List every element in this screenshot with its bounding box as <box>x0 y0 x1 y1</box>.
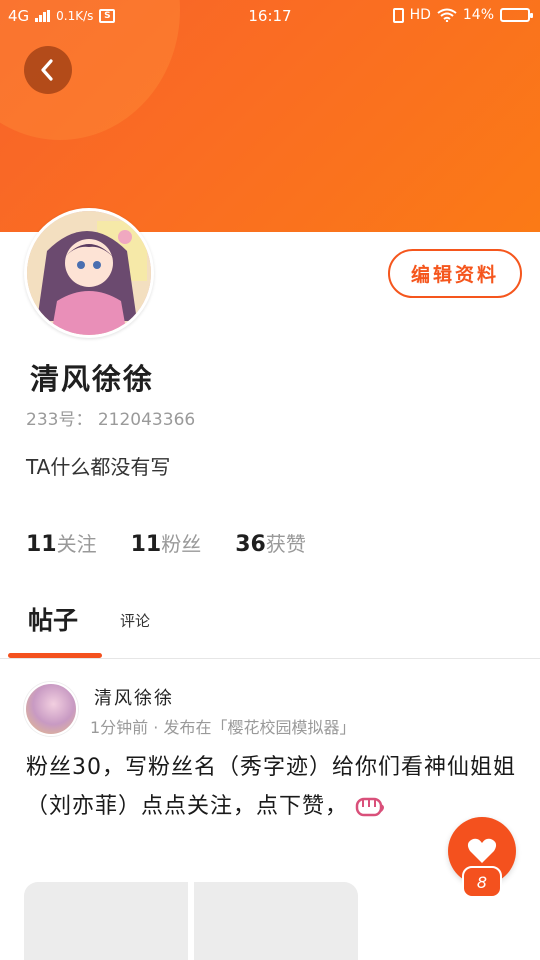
heart-icon <box>467 838 497 863</box>
tab-posts[interactable]: 帖子 <box>28 601 78 637</box>
back-button[interactable] <box>24 46 72 94</box>
profile-id: 233号： 212043366 <box>26 410 196 430</box>
profile-avatar[interactable] <box>24 208 154 338</box>
status-right: HD 14% <box>392 7 533 23</box>
back-arrow-icon <box>41 59 53 81</box>
post-author-avatar[interactable] <box>24 682 78 736</box>
post-body-text: 粉丝30，写粉丝名（秀字迹）给你们看神仙姐姐（刘亦菲）点点关注，点下赞， <box>26 755 516 819</box>
active-tab-indicator <box>8 653 102 658</box>
post-meta: 1分钟前 · 发布在「樱花校园模拟器」 <box>90 718 356 737</box>
profile-stats: 11关注 11粉丝 36获赞 <box>26 528 306 557</box>
battery-icon <box>500 8 533 22</box>
post-image[interactable] <box>24 882 188 960</box>
stat-label: 粉丝 <box>161 532 202 556</box>
post-body[interactable]: 粉丝30，写粉丝名（秀字迹）给你们看神仙姐姐（刘亦菲）点点关注，点下赞， <box>26 748 516 826</box>
edit-profile-button[interactable]: 编辑资料 <box>388 249 522 298</box>
profile-name: 清风徐徐 <box>30 362 155 396</box>
tab-comments[interactable]: 评论 <box>120 610 150 631</box>
wifi-icon <box>437 8 457 22</box>
stat-label: 获赞 <box>265 532 306 556</box>
stat-followers[interactable]: 11粉丝 <box>131 528 202 557</box>
stat-number: 36 <box>235 532 266 557</box>
battery-percent: 14% <box>462 7 494 23</box>
post-images <box>24 882 358 960</box>
content-tabs: 帖子 评论 <box>0 595 540 659</box>
battery-saver-icon <box>392 7 404 23</box>
post-author-name[interactable]: 清风徐徐 <box>94 684 174 710</box>
stat-label: 关注 <box>56 532 97 556</box>
like-count-badge: 8 <box>462 866 502 898</box>
post-image[interactable] <box>194 882 358 960</box>
hd-indicator: HD <box>409 7 431 23</box>
stat-number: 11 <box>26 532 57 557</box>
fist-icon <box>354 794 386 820</box>
stat-likes[interactable]: 36获赞 <box>235 528 306 557</box>
avatar-image <box>27 211 151 335</box>
profile-header-background <box>0 0 540 232</box>
stat-number: 11 <box>130 532 162 557</box>
profile-bio: TA什么都没有写 <box>26 455 171 479</box>
stat-following[interactable]: 11关注 <box>26 528 97 557</box>
status-bar: 4G 0.1K/s S 16:17 HD 14% <box>0 0 540 34</box>
